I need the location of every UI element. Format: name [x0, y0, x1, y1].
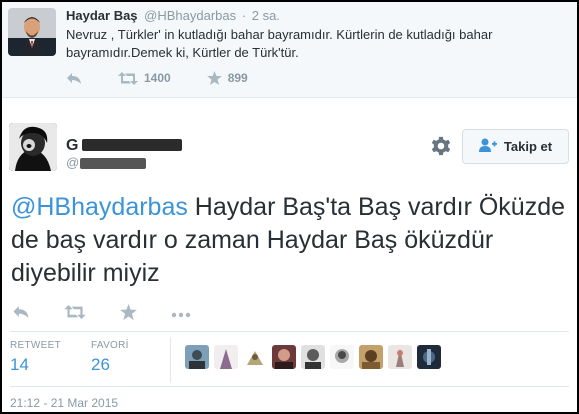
avatar[interactable] [359, 345, 383, 369]
avatar[interactable] [243, 345, 267, 369]
tweet-text: Nevruz , Türkler' in kutladığı bahar bay… [66, 27, 493, 60]
reply-button[interactable] [12, 305, 30, 324]
stat-value: 14 [10, 355, 29, 374]
avatar[interactable] [301, 345, 325, 369]
star-icon [120, 303, 137, 325]
redaction-bar [80, 158, 146, 169]
divider [10, 386, 569, 387]
retweet-button[interactable]: 1400 [118, 71, 171, 85]
gear-icon[interactable] [430, 135, 452, 157]
redaction-bar [82, 139, 182, 151]
favorite-button[interactable] [120, 303, 137, 325]
reply-button[interactable] [66, 72, 82, 85]
avatar[interactable] [330, 345, 354, 369]
reply-icon [66, 72, 82, 85]
retweet-icon [118, 71, 138, 85]
tweet-text: @HBhaydarbas Haydar Baş'ta Baş vardır Ök… [11, 191, 571, 290]
author-handle[interactable]: @ [66, 155, 79, 170]
tweet-date[interactable]: 21:12 - 21 Mar 2015 [10, 396, 118, 410]
tweet-actions: 1400 899 [66, 69, 284, 87]
reply-icon [12, 305, 30, 324]
tweet-actions [12, 303, 225, 325]
stat-label: FAVORİ [91, 340, 129, 351]
favorite-button[interactable]: 899 [206, 71, 248, 85]
follow-label: Takip et [503, 139, 553, 154]
retweet-stat[interactable]: RETWEET 14 [10, 340, 61, 375]
avatar[interactable] [185, 345, 209, 369]
avatar[interactable] [417, 345, 441, 369]
divider [170, 337, 171, 383]
divider [10, 331, 569, 332]
more-icon [171, 305, 191, 323]
timestamp[interactable]: 2 sa. [252, 8, 280, 23]
mention-link[interactable]: @HBhaydarbas [11, 193, 188, 221]
star-icon [206, 71, 222, 85]
favorite-count: 899 [227, 71, 248, 85]
retweet-button[interactable] [64, 304, 86, 324]
author-name[interactable]: G [66, 137, 78, 155]
retweet-icon [64, 304, 86, 324]
follow-person-icon [478, 138, 504, 155]
avatar[interactable] [9, 123, 57, 171]
follow-button[interactable]: Takip et [462, 129, 569, 164]
stat-label: RETWEET [10, 340, 61, 351]
favoriter-avatars [185, 345, 446, 369]
avatar[interactable] [272, 345, 296, 369]
avatar[interactable] [388, 345, 412, 369]
retweet-count: 1400 [144, 71, 171, 85]
favorite-stat[interactable]: FAVORİ 26 [91, 340, 129, 375]
author-name[interactable]: Haydar Baş [66, 8, 138, 23]
author-handle[interactable]: @HBhaydarbas [144, 8, 236, 23]
stat-value: 26 [91, 355, 110, 374]
parent-tweet[interactable]: Haydar Baş @HBhaydarbas · 2 sa. Nevruz ,… [2, 2, 577, 98]
avatar[interactable] [214, 345, 238, 369]
separator: · [241, 8, 247, 23]
more-button[interactable] [171, 305, 191, 323]
tweet-header: Haydar Baş @HBhaydarbas · 2 sa. [66, 8, 280, 23]
avatar[interactable] [8, 8, 56, 56]
